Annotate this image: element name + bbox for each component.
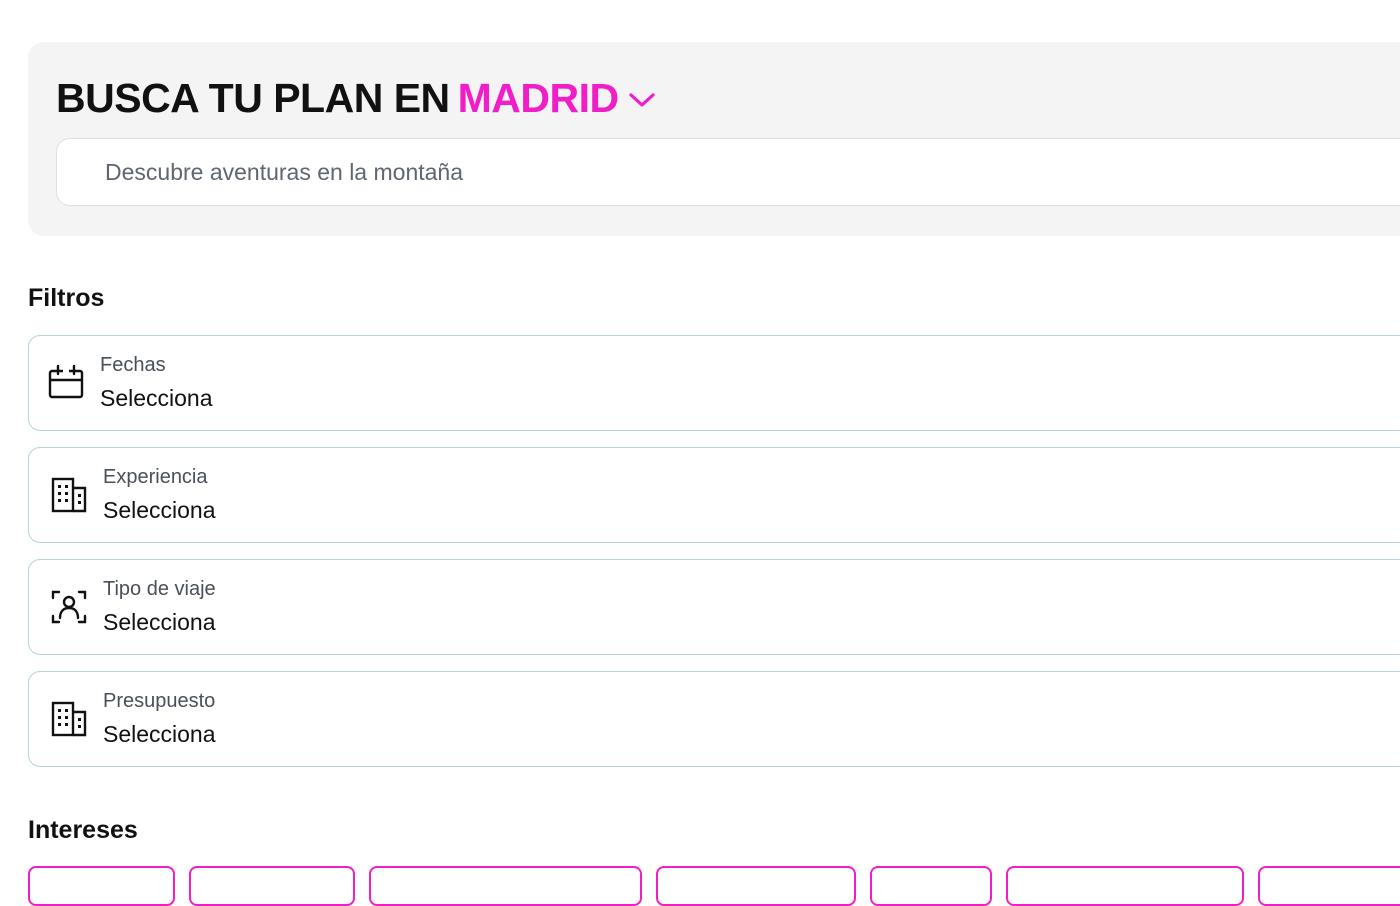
person-scan-icon: [51, 590, 87, 624]
page-title: BUSCA TU PLAN EN MADRID: [56, 74, 657, 122]
interest-chip[interactable]: [656, 866, 856, 906]
filter-label: Tipo de viaje: [103, 578, 216, 600]
chevron-down-icon[interactable]: [627, 90, 657, 110]
interest-chip[interactable]: [1006, 866, 1244, 906]
search-panel: BUSCA TU PLAN EN MADRID: [28, 42, 1400, 236]
calendar-icon: [48, 364, 84, 399]
filter-value: Selecciona: [103, 609, 216, 635]
filter-value: Selecciona: [100, 385, 213, 411]
interest-chip[interactable]: [870, 866, 992, 906]
filter-experience[interactable]: Experiencia Selecciona: [28, 447, 1400, 543]
building-icon: [51, 477, 87, 513]
building-icon: [51, 701, 87, 737]
city-selector[interactable]: MADRID: [458, 74, 619, 122]
interest-chip[interactable]: [189, 866, 355, 906]
interest-chip[interactable]: [369, 866, 642, 906]
filter-value: Selecciona: [103, 497, 216, 523]
filter-label: Fechas: [100, 354, 166, 376]
filter-trip-type[interactable]: Tipo de viaje Selecciona: [28, 559, 1400, 655]
interest-chip[interactable]: [1258, 866, 1400, 906]
filter-label: Experiencia: [103, 466, 208, 488]
interest-chip[interactable]: [28, 866, 175, 906]
filter-label: Presupuesto: [103, 690, 216, 712]
filter-budget[interactable]: Presupuesto Selecciona: [28, 671, 1400, 767]
filter-value: Selecciona: [103, 721, 216, 747]
filters-title: Filtros: [28, 284, 105, 312]
interests-title: Intereses: [28, 816, 138, 844]
search-input[interactable]: [56, 138, 1400, 206]
filter-dates[interactable]: Fechas Selecciona: [28, 335, 1400, 431]
page-title-prefix: BUSCA TU PLAN EN: [56, 75, 450, 121]
